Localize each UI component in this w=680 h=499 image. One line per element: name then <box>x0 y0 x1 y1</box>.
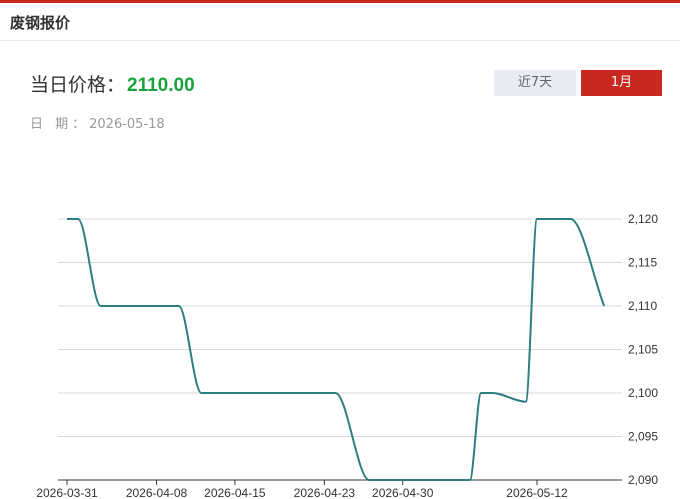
price-line-chart: 2,120 2,115 2,110 2,105 2,100 2,095 2,090 2026-… <box>36 212 658 499</box>
y-tick-label: 2,100 <box>628 386 658 400</box>
x-tick-label: 2026-03-31 <box>36 486 98 499</box>
x-tick-label: 2026-04-15 <box>204 486 266 499</box>
x-tick-label: 2026-04-08 <box>126 486 188 499</box>
x-tick-label: 2026-04-30 <box>372 486 434 499</box>
y-tick-label: 2,095 <box>628 430 658 444</box>
y-tick-label: 2,115 <box>628 256 657 270</box>
y-tick-label: 2,105 <box>628 343 658 357</box>
y-tick-label: 2,110 <box>628 299 657 313</box>
x-tick-label: 2026-05-12 <box>506 486 568 499</box>
y-tick-label: 2,120 <box>628 212 658 226</box>
y-tick-label: 2,090 <box>628 473 658 487</box>
x-tick-label: 2026-04-23 <box>294 486 356 499</box>
